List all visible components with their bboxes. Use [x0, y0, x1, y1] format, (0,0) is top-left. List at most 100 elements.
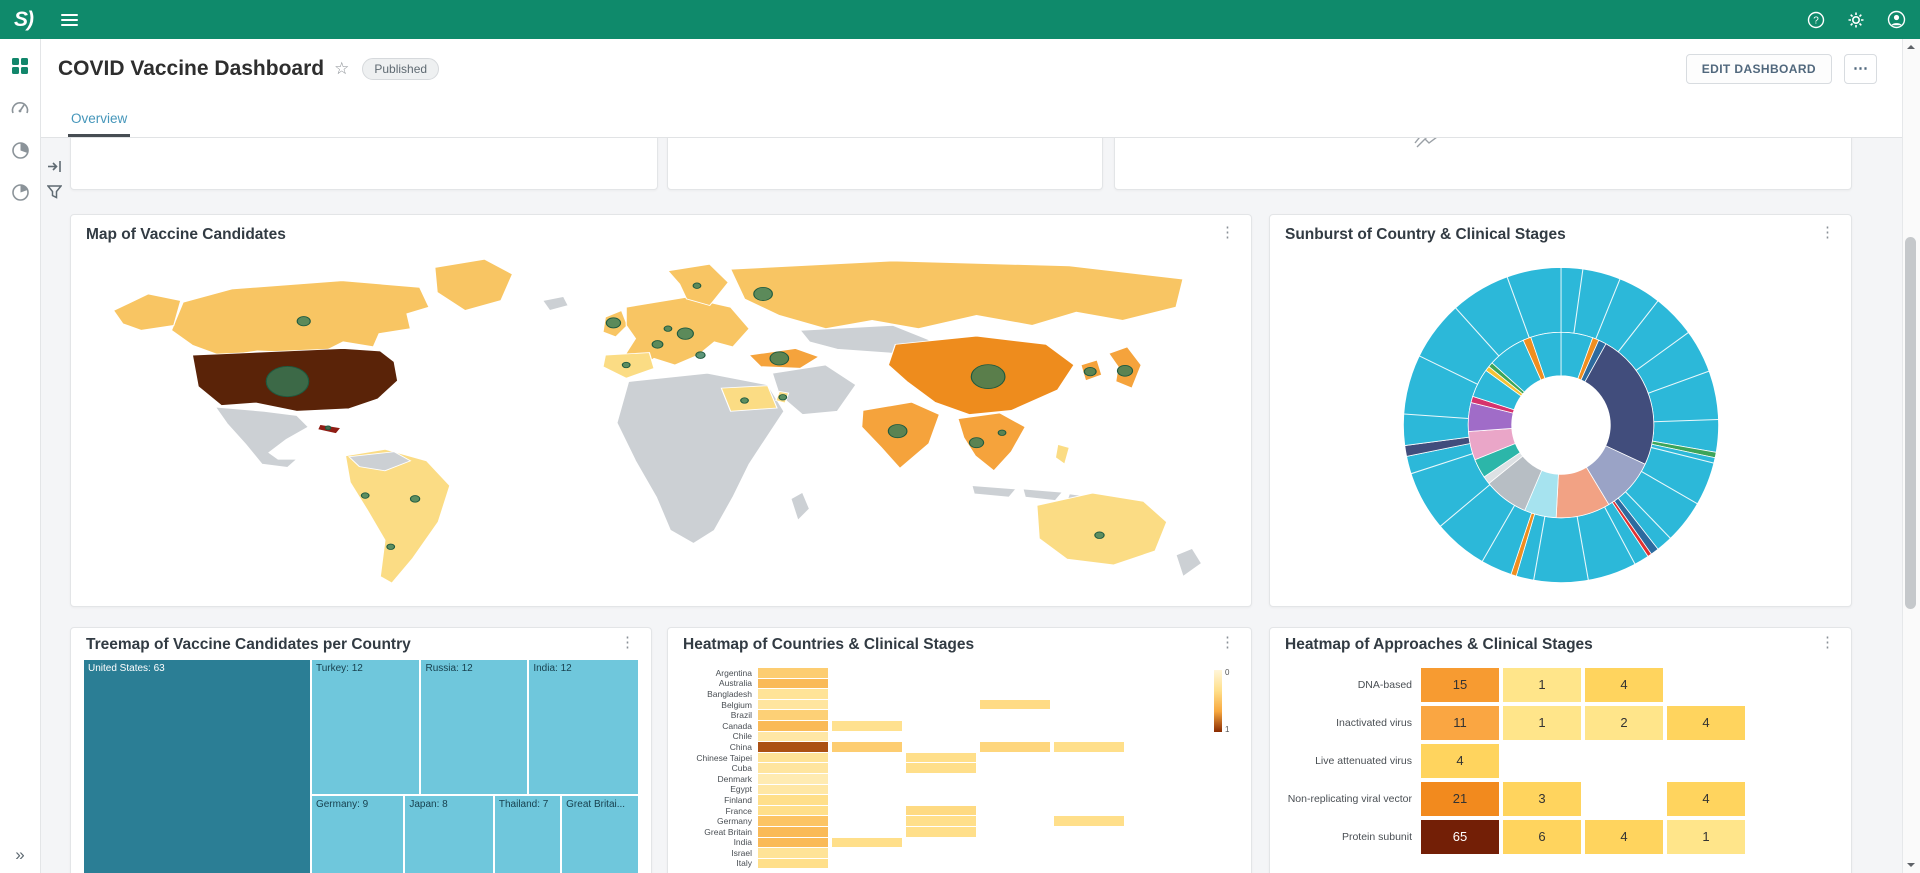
- heatmap-cell[interactable]: [1054, 848, 1124, 858]
- heatmap-cell[interactable]: [832, 753, 902, 763]
- heatmap-cell[interactable]: [906, 710, 976, 720]
- heatmap-cell[interactable]: 2: [1585, 706, 1663, 740]
- gauge-icon[interactable]: [9, 97, 31, 119]
- treemap-node[interactable]: Thailand: 7: [494, 795, 561, 873]
- heatmap-cell[interactable]: [832, 721, 902, 731]
- heatmap-cell[interactable]: [832, 732, 902, 742]
- heatmap-cell[interactable]: [1054, 668, 1124, 678]
- heatmap-cell[interactable]: [1128, 732, 1198, 742]
- heatmap-cell[interactable]: 4: [1585, 820, 1663, 854]
- heatmap-cell[interactable]: [1054, 774, 1124, 784]
- heatmap-cell[interactable]: [1128, 742, 1198, 752]
- heatmap-cell[interactable]: [758, 668, 828, 678]
- heatmap-cell[interactable]: [906, 785, 976, 795]
- heatmap-cell[interactable]: [980, 816, 1050, 826]
- favorite-star-icon[interactable]: ☆: [334, 59, 349, 79]
- heatmap-cell[interactable]: 4: [1585, 668, 1663, 702]
- heatmap-cell[interactable]: [1054, 795, 1124, 805]
- heatmap-cell[interactable]: [980, 679, 1050, 689]
- heatmap-cell[interactable]: [832, 838, 902, 848]
- heatmap-cell[interactable]: [1585, 744, 1663, 778]
- heatmap-cell[interactable]: [906, 838, 976, 848]
- heatmap-cell[interactable]: [1749, 706, 1827, 740]
- heatmap-cell[interactable]: [1054, 763, 1124, 773]
- heatmap-cell[interactable]: [758, 848, 828, 858]
- heatmap-cell[interactable]: [980, 753, 1050, 763]
- heatmap-cell[interactable]: [906, 668, 976, 678]
- heatmap-cell[interactable]: [758, 827, 828, 837]
- heatmap-cell[interactable]: [1128, 827, 1198, 837]
- heatmap-cell[interactable]: [980, 710, 1050, 720]
- treemap-chart[interactable]: United States: 63Turkey: 12Russia: 12Ind…: [83, 659, 639, 873]
- heatmap-cell[interactable]: [758, 763, 828, 773]
- heatmap-cell[interactable]: 65: [1421, 820, 1499, 854]
- heatmap-cell[interactable]: [832, 795, 902, 805]
- heatmap-cell[interactable]: [758, 785, 828, 795]
- heatmap-cell[interactable]: [832, 710, 902, 720]
- heatmap-cell[interactable]: [980, 689, 1050, 699]
- heatmap-cell[interactable]: [832, 806, 902, 816]
- heatmap-cell[interactable]: [758, 806, 828, 816]
- heatmap-cell[interactable]: 21: [1421, 782, 1499, 816]
- heatmap-cell[interactable]: [906, 795, 976, 805]
- expand-filter-bar-icon[interactable]: [47, 160, 63, 178]
- heatmap-cell[interactable]: [758, 689, 828, 699]
- heatmap-cell[interactable]: 15: [1421, 668, 1499, 702]
- pie-chart-icon[interactable]: [9, 139, 31, 161]
- chart-kebab-menu-icon[interactable]: ⋮: [1814, 226, 1841, 240]
- heatmap-cell[interactable]: [1054, 689, 1124, 699]
- sunburst-chart[interactable]: [1280, 251, 1841, 598]
- heatmap-cell[interactable]: [1128, 763, 1198, 773]
- treemap-node[interactable]: India: 12: [528, 659, 639, 795]
- scroll-down-arrow-icon[interactable]: [1907, 863, 1915, 867]
- heatmap-cell[interactable]: [1054, 732, 1124, 742]
- heatmap-cell[interactable]: [980, 838, 1050, 848]
- heatmap-cell[interactable]: [758, 700, 828, 710]
- heatmap-cell[interactable]: [906, 806, 976, 816]
- heatmap-cell[interactable]: [1749, 744, 1827, 778]
- heatmap-cell[interactable]: [1054, 806, 1124, 816]
- heatmap-cell[interactable]: [1667, 668, 1745, 702]
- treemap-node[interactable]: United States: 63: [83, 659, 311, 873]
- heatmap-cell[interactable]: [906, 763, 976, 773]
- chart-kebab-menu-icon[interactable]: ⋮: [1814, 636, 1841, 650]
- heatmap-cell[interactable]: 1: [1667, 820, 1745, 854]
- treemap-node[interactable]: Russia: 12: [420, 659, 528, 795]
- heatmap-cell[interactable]: [1054, 816, 1124, 826]
- heatmap-cell[interactable]: [980, 721, 1050, 731]
- heatmap-cell[interactable]: [758, 859, 828, 869]
- chart-kebab-menu-icon[interactable]: ⋮: [614, 636, 641, 650]
- heatmap-cell[interactable]: [980, 827, 1050, 837]
- menu-icon[interactable]: [57, 7, 82, 33]
- chart-kebab-menu-icon[interactable]: ⋮: [1214, 636, 1241, 650]
- heatmap-cell[interactable]: [1128, 668, 1198, 678]
- heatmap-countries-chart[interactable]: ArgentinaAustraliaBangladeshBelgiumBrazi…: [672, 668, 1247, 873]
- heatmap-cell[interactable]: [906, 732, 976, 742]
- sidebar-expand-button[interactable]: »: [0, 845, 40, 865]
- heatmap-cell[interactable]: [1054, 742, 1124, 752]
- heatmap-cell[interactable]: [832, 742, 902, 752]
- heatmap-cell[interactable]: [1054, 700, 1124, 710]
- heatmap-cell[interactable]: [1128, 721, 1198, 731]
- heatmap-cell[interactable]: [832, 774, 902, 784]
- heatmap-cell[interactable]: [1054, 785, 1124, 795]
- heatmap-cell[interactable]: [1749, 820, 1827, 854]
- heatmap-cell[interactable]: [758, 753, 828, 763]
- edit-dashboard-button[interactable]: EDIT DASHBOARD: [1686, 54, 1832, 84]
- heatmap-cell[interactable]: [758, 742, 828, 752]
- user-avatar-icon[interactable]: [1886, 10, 1906, 30]
- heatmap-cell[interactable]: [1585, 782, 1663, 816]
- treemap-node[interactable]: Turkey: 12: [311, 659, 421, 795]
- settings-gear-icon[interactable]: [1846, 10, 1866, 30]
- heatmap-cell[interactable]: [906, 700, 976, 710]
- heatmap-cell[interactable]: [758, 721, 828, 731]
- heatmap-cell[interactable]: [832, 689, 902, 699]
- heatmap-cell[interactable]: 1: [1503, 668, 1581, 702]
- filter-funnel-icon[interactable]: [47, 185, 62, 204]
- heatmap-cell[interactable]: [1503, 744, 1581, 778]
- treemap-node[interactable]: Great Britai...: [561, 795, 639, 873]
- heatmap-cell[interactable]: [906, 827, 976, 837]
- heatmap-cell[interactable]: [1054, 838, 1124, 848]
- heatmap-cell[interactable]: [980, 774, 1050, 784]
- pie-chart-icon[interactable]: [9, 181, 31, 203]
